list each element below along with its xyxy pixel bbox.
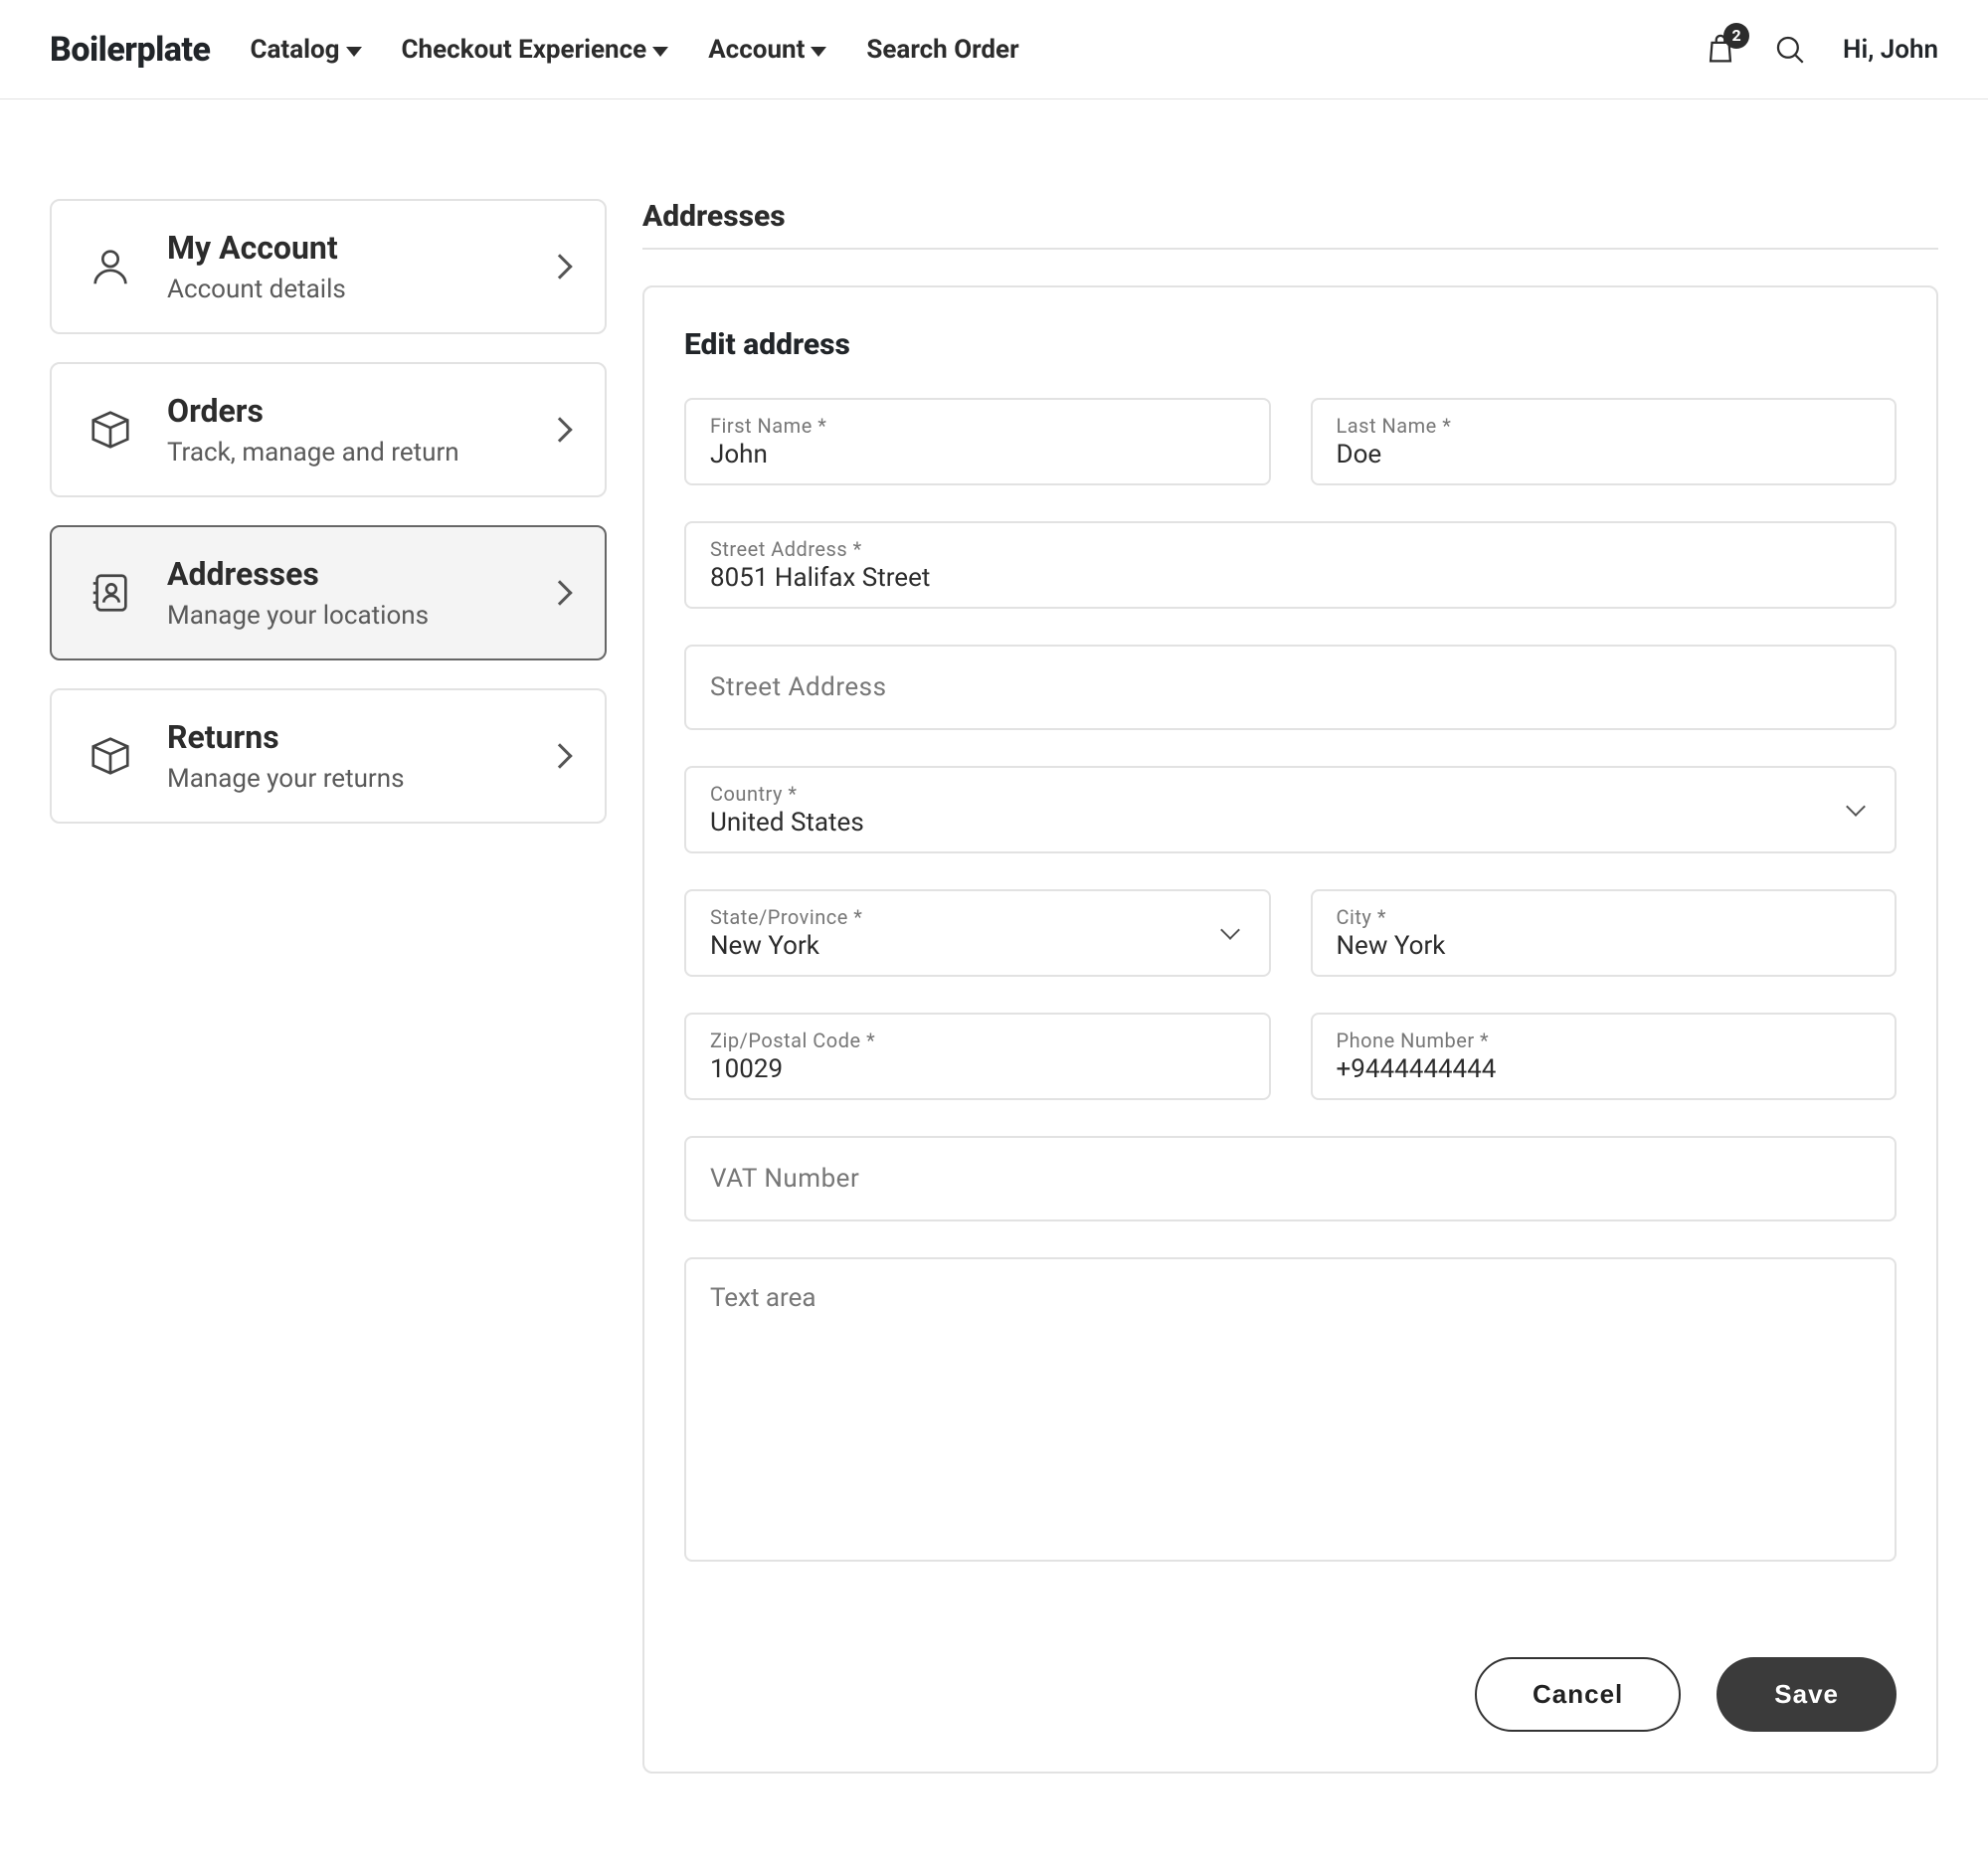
field-label: Street Address * — [710, 537, 1871, 561]
nav-account[interactable]: Account — [708, 35, 826, 65]
last-name-field[interactable]: Last Name * — [1311, 398, 1898, 485]
chevron-right-icon — [547, 580, 572, 605]
zip-field[interactable]: Zip/Postal Code * — [684, 1013, 1271, 1100]
field-label: City * — [1337, 905, 1872, 929]
field-label: State/Province * — [710, 905, 1223, 929]
sidebar-item-title: Orders — [167, 392, 517, 430]
field-label: Country * — [710, 782, 1849, 806]
form-actions: Cancel Save — [684, 1657, 1897, 1732]
header: Boilerplate Catalog Checkout Experience … — [0, 0, 1988, 99]
field-label: Last Name * — [1337, 414, 1872, 438]
search-button[interactable] — [1773, 33, 1807, 67]
field-label: Zip/Postal Code * — [710, 1029, 1245, 1052]
sidebar-item-title: Addresses — [167, 555, 517, 593]
address-book-icon — [88, 570, 133, 616]
field-label: Street Address — [710, 672, 887, 702]
search-icon — [1773, 33, 1807, 67]
sidebar-item-sub: Track, manage and return — [167, 438, 517, 468]
last-name-input[interactable] — [1337, 440, 1872, 469]
chevron-right-icon — [547, 743, 572, 768]
city-field[interactable]: City * — [1311, 889, 1898, 977]
textarea-input[interactable] — [710, 1283, 1871, 1532]
first-name-field[interactable]: First Name * — [684, 398, 1271, 485]
country-field[interactable]: Country * United States — [684, 766, 1897, 853]
chevron-down-icon — [1846, 797, 1866, 817]
sidebar-item-title: My Account — [167, 229, 517, 267]
nav-search-order-label: Search Order — [866, 35, 1018, 65]
panel-title: Edit address — [684, 327, 1897, 362]
brand-logo[interactable]: Boilerplate — [50, 30, 210, 70]
cancel-button[interactable]: Cancel — [1475, 1657, 1681, 1732]
street2-field[interactable]: Street Address — [684, 645, 1897, 730]
sidebar-item-title: Returns — [167, 718, 517, 756]
sidebar-item-sub: Account details — [167, 275, 517, 304]
save-button[interactable]: Save — [1717, 1657, 1897, 1732]
textarea-field[interactable] — [684, 1257, 1897, 1562]
cart-button[interactable]: 2 — [1704, 33, 1737, 67]
sidebar: My Account Account details Orders Track,… — [50, 199, 607, 1774]
chevron-down-icon — [346, 47, 362, 57]
chevron-right-icon — [547, 254, 572, 279]
box-icon — [88, 733, 133, 779]
state-value: New York — [710, 931, 1223, 961]
first-name-input[interactable] — [710, 440, 1245, 469]
phone-input[interactable] — [1337, 1054, 1872, 1084]
chevron-right-icon — [547, 417, 572, 442]
sidebar-item-sub: Manage your returns — [167, 764, 517, 794]
nav-catalog-label: Catalog — [250, 35, 339, 65]
nav-search-order[interactable]: Search Order — [866, 35, 1018, 65]
sidebar-item-returns[interactable]: Returns Manage your returns — [50, 688, 607, 824]
city-input[interactable] — [1337, 931, 1872, 961]
sidebar-item-sub: Manage your locations — [167, 601, 517, 631]
sidebar-item-my-account[interactable]: My Account Account details — [50, 199, 607, 334]
chevron-down-icon — [652, 47, 668, 57]
street1-field[interactable]: Street Address * — [684, 521, 1897, 609]
field-label: VAT Number — [710, 1164, 859, 1194]
box-icon — [88, 407, 133, 453]
zip-input[interactable] — [710, 1054, 1245, 1084]
phone-field[interactable]: Phone Number * — [1311, 1013, 1898, 1100]
nav-checkout-label: Checkout Experience — [402, 35, 647, 65]
main: Addresses Edit address First Name * Last… — [642, 199, 1938, 1774]
chevron-down-icon — [1220, 920, 1240, 940]
country-value: United States — [710, 808, 1849, 838]
state-field[interactable]: State/Province * New York — [684, 889, 1271, 977]
greeting[interactable]: Hi, John — [1843, 35, 1938, 65]
nav-checkout-experience[interactable]: Checkout Experience — [402, 35, 669, 65]
chevron-down-icon — [811, 47, 826, 57]
sidebar-item-addresses[interactable]: Addresses Manage your locations — [50, 525, 607, 660]
field-label: Phone Number * — [1337, 1029, 1872, 1052]
edit-address-panel: Edit address First Name * Last Name * St… — [642, 285, 1938, 1774]
field-label: First Name * — [710, 414, 1245, 438]
nav-catalog[interactable]: Catalog — [250, 35, 361, 65]
header-right: 2 Hi, John — [1704, 33, 1938, 67]
vat-field[interactable]: VAT Number — [684, 1136, 1897, 1221]
main-nav: Catalog Checkout Experience Account Sear… — [250, 35, 1018, 65]
sidebar-item-orders[interactable]: Orders Track, manage and return — [50, 362, 607, 497]
divider — [642, 248, 1938, 250]
nav-account-label: Account — [708, 35, 805, 65]
page-title: Addresses — [642, 199, 1938, 234]
street1-input[interactable] — [710, 563, 1871, 593]
cart-count-badge: 2 — [1723, 23, 1749, 49]
user-icon — [88, 244, 133, 289]
content: My Account Account details Orders Track,… — [0, 99, 1988, 1873]
